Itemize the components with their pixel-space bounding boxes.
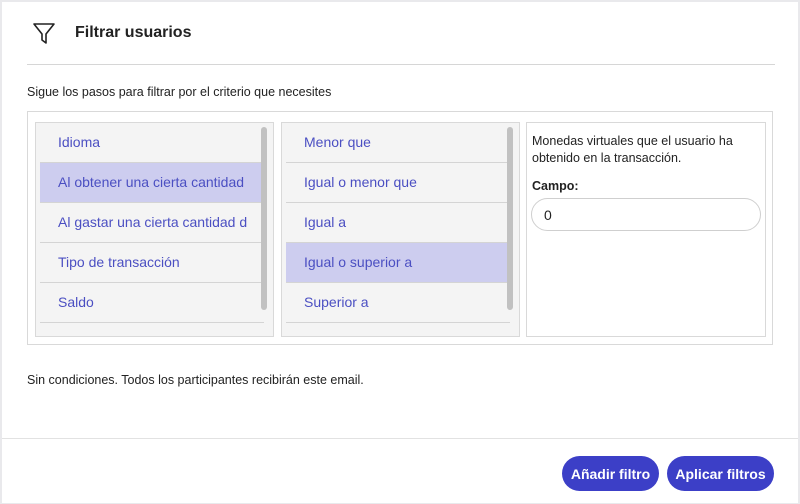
operator-list-item[interactable]: Igual o superior a [286,243,510,283]
status-text: Sin condiciones. Todos los participantes… [27,373,364,387]
criteria-list-item[interactable]: Saldo [40,283,264,323]
field-value-input[interactable] [531,198,761,231]
apply-filters-button[interactable]: Aplicar filtros [667,456,774,491]
dialog-header: Filtrar usuarios [27,2,775,65]
criteria-list-item[interactable]: Compra t... [40,323,264,336]
operator-list-item[interactable]: Menor que [286,123,510,163]
instructions-text: Sigue los pasos para filtrar por el crit… [27,85,332,99]
operator-scrollbar[interactable] [507,127,513,310]
criteria-scrollbar[interactable] [261,127,267,310]
operator-list-item[interactable]: Superior a [286,283,510,323]
dialog-footer: Añadir filtro Aplicar filtros [2,438,798,503]
field-description: Monedas virtuales que el usuario ha obte… [532,134,733,165]
criteria-list-item[interactable]: Tipo de transacción [40,243,264,283]
operator-list-item[interactable]: Igual o menor que [286,163,510,203]
filter-panel: Idioma Al obtener una cierta cantidad Al g… [27,111,773,345]
criteria-list-item[interactable]: Al gastar una cierta cantidad d [40,203,264,243]
criteria-list[interactable]: Idioma Al obtener una cierta cantidad Al g… [35,122,274,337]
operator-list-item[interactable]: Diferente de [286,323,510,336]
operator-list[interactable]: Menor que Igual o menor que Igual a Igual o… [281,122,520,337]
operator-list-item[interactable]: Igual a [286,203,510,243]
detail-panel: Monedas virtuales que el usuario ha obte… [526,122,766,337]
dialog-title: Filtrar usuarios [75,24,192,41]
criteria-list-item[interactable]: Al obtener una cierta cantidad [40,163,264,203]
add-filter-button[interactable]: Añadir filtro [562,456,659,491]
field-label: Campo: [532,179,579,193]
filter-dialog: Filtrar usuarios Sigue los pasos para fi… [2,2,798,503]
filter-icon [31,20,57,46]
criteria-list-item[interactable]: Idioma [40,123,264,163]
